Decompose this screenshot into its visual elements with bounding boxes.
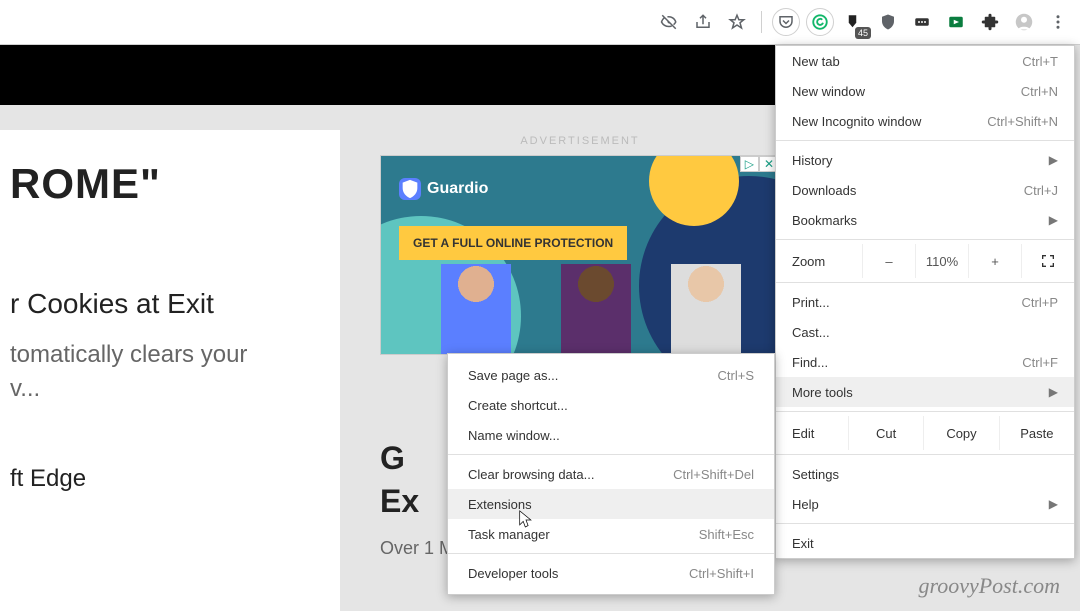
menu-zoom-row: Zoom – 110% + [776,244,1074,278]
menu-new-window[interactable]: New windowCtrl+N [776,76,1074,106]
submenu-clear-browsing[interactable]: Clear browsing data...Ctrl+Shift+Del [448,459,774,489]
article-heading-2: ft Edge [10,465,330,493]
ad-brand-logo: Guardio [399,178,488,200]
ad-person [441,264,511,355]
advertisement[interactable]: Guardio GET A FULL ONLINE PROTECTION ▷ ✕ [380,155,780,355]
paste-button[interactable]: Paste [999,416,1074,450]
kebab-menu-icon[interactable] [1044,8,1072,36]
menu-edit-row: Edit Cut Copy Paste [776,416,1074,450]
menu-new-incognito[interactable]: New Incognito windowCtrl+Shift+N [776,106,1074,136]
menu-separator [448,454,774,455]
adchoices-icon[interactable]: ▷ [740,156,759,172]
submenu-task-manager[interactable]: Task managerShift+Esc [448,519,774,549]
menu-exit[interactable]: Exit [776,528,1074,558]
profile-avatar-icon[interactable] [1010,8,1038,36]
submenu-developer-tools[interactable]: Developer toolsCtrl+Shift+I [448,558,774,588]
menu-more-tools[interactable]: More tools▶ [776,377,1074,407]
ad-person [561,264,631,355]
extension-count-badge: 45 [855,27,871,39]
menu-separator [776,140,1074,141]
page-header-bar [0,45,780,105]
shield-icon [399,178,421,200]
share-icon[interactable] [689,8,717,36]
lastpass-icon[interactable] [908,8,936,36]
ad-person [671,264,741,355]
menu-history[interactable]: History▶ [776,145,1074,175]
chevron-right-icon: ▶ [1049,153,1058,167]
zoom-out-button[interactable]: – [862,244,915,278]
star-icon[interactable] [723,8,751,36]
menu-separator [776,454,1074,455]
zoom-in-button[interactable]: + [968,244,1021,278]
eye-off-icon[interactable] [655,8,683,36]
menu-separator [448,553,774,554]
watermark: groovyPost.com [918,573,1060,599]
menu-separator [776,239,1074,240]
menu-new-tab[interactable]: New tabCtrl+T [776,46,1074,76]
video-ext-icon[interactable] [942,8,970,36]
toolbar-separator [761,11,762,33]
page-title-fragment: ROME" [10,160,330,208]
submenu-create-shortcut[interactable]: Create shortcut... [448,390,774,420]
chevron-right-icon: ▶ [1049,385,1058,399]
submenu-name-window[interactable]: Name window... [448,420,774,450]
more-tools-submenu: Save page as...Ctrl+S Create shortcut...… [447,353,775,595]
cut-button[interactable]: Cut [848,416,923,450]
menu-bookmarks[interactable]: Bookmarks▶ [776,205,1074,235]
pocket-icon[interactable] [772,8,800,36]
fullscreen-button[interactable] [1021,244,1074,278]
ublock-icon[interactable] [874,8,902,36]
chrome-main-menu: New tabCtrl+T New windowCtrl+N New Incog… [775,45,1075,559]
article-body-line: tomatically clears your v... [10,338,330,405]
copy-button[interactable]: Copy [923,416,998,450]
menu-settings[interactable]: Settings [776,459,1074,489]
extensions-puzzle-icon[interactable] [976,8,1004,36]
article-heading-1: r Cookies at Exit [10,288,330,320]
chevron-right-icon: ▶ [1049,213,1058,227]
menu-separator [776,411,1074,412]
ad-choices[interactable]: ▷ ✕ [740,156,779,172]
extension-badge-icon[interactable]: 45 [840,8,868,36]
menu-find[interactable]: Find...Ctrl+F [776,347,1074,377]
chevron-right-icon: ▶ [1049,497,1058,511]
menu-cast[interactable]: Cast... [776,317,1074,347]
edit-label: Edit [776,426,848,441]
advertisement-label: ADVERTISEMENT [380,135,780,147]
menu-help[interactable]: Help▶ [776,489,1074,519]
grammarly-icon[interactable] [806,8,834,36]
submenu-extensions[interactable]: Extensions [448,489,774,519]
zoom-value: 110% [915,244,968,278]
ad-cta-button[interactable]: GET A FULL ONLINE PROTECTION [399,226,627,260]
menu-print[interactable]: Print...Ctrl+P [776,287,1074,317]
browser-toolbar: 45 [0,0,1080,45]
menu-separator [776,523,1074,524]
menu-downloads[interactable]: DownloadsCtrl+J [776,175,1074,205]
article-left-column: ROME" r Cookies at Exit tomatically clea… [0,130,340,611]
submenu-save-page[interactable]: Save page as...Ctrl+S [448,360,774,390]
zoom-label: Zoom [792,254,862,269]
menu-separator [776,282,1074,283]
